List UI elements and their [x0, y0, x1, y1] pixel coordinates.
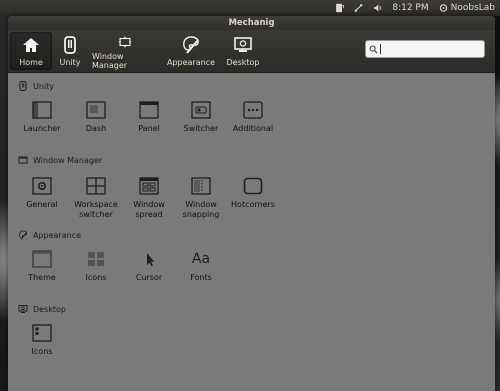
main-toolbar: Home Unity Window Manager Appearance Des… — [8, 30, 495, 73]
content-area: Unity Launcher Dash Panel Switcher Addit… — [8, 73, 495, 391]
search-icon — [366, 42, 380, 56]
user-menu[interactable]: NoobsLab — [434, 0, 500, 16]
item-icons[interactable]: Icons — [72, 250, 120, 283]
workspace-grid-icon — [86, 177, 106, 195]
unity-small-icon — [19, 81, 27, 91]
section-appearance: Appearance — [18, 230, 81, 240]
item-hotcorners-label: Hotcorners — [231, 200, 275, 209]
section-window-manager-title: Window Manager — [33, 155, 103, 165]
item-general-label: General — [26, 200, 58, 209]
general-gear-icon — [32, 177, 52, 195]
item-launcher-label: Launcher — [23, 124, 61, 133]
item-fonts[interactable]: Aa Fonts — [177, 250, 225, 283]
item-window-spread-label-1: Window — [133, 200, 165, 209]
window-title: Mechanig — [8, 16, 495, 30]
window-manager-icon — [118, 36, 132, 48]
tab-desktop-label: Desktop — [226, 58, 260, 67]
item-window-snapping[interactable]: Window snapping — [177, 177, 225, 220]
dash-icon — [86, 101, 106, 119]
desktop-small-icon — [18, 305, 28, 313]
network-icon — [354, 4, 363, 12]
palette-brush-icon — [183, 36, 199, 54]
item-workspace-switcher[interactable]: Workspace switcher — [72, 177, 120, 220]
volume-indicator[interactable] — [368, 0, 387, 16]
item-desktop-icons[interactable]: Icons — [18, 324, 66, 357]
search-input[interactable] — [381, 43, 481, 55]
section-unity-title: Unity — [33, 81, 55, 91]
tab-unity[interactable]: Unity — [52, 32, 88, 70]
item-window-spread[interactable]: Window spread — [125, 177, 173, 220]
switcher-icon — [191, 101, 211, 119]
window-snapping-icon — [191, 177, 211, 195]
item-theme[interactable]: Theme — [18, 250, 66, 283]
unity-icon — [64, 36, 76, 54]
panel-icon — [139, 101, 159, 119]
desktop-icon — [234, 37, 252, 52]
item-window-spread-label-2: spread — [135, 210, 163, 219]
tab-window-manager-label: Window Manager — [92, 52, 128, 70]
item-switcher-label: Switcher — [183, 124, 219, 133]
power-gear-icon — [439, 4, 447, 12]
launcher-icon — [32, 101, 52, 119]
tab-appearance[interactable]: Appearance — [162, 32, 220, 70]
top-panel: 8:12 PM NoobsLab — [0, 0, 500, 16]
section-desktop-title: Desktop — [33, 304, 66, 314]
home-icon — [23, 38, 39, 52]
section-unity: Unity — [18, 81, 54, 91]
item-workspace-switcher-label-2: switcher — [79, 210, 113, 219]
item-window-snapping-label-1: Window — [185, 200, 217, 209]
item-additional[interactable]: Additional — [229, 101, 277, 134]
item-panel-label: Panel — [138, 124, 160, 133]
tab-window-manager[interactable]: Window Manager — [88, 32, 162, 70]
item-workspace-switcher-label-1: Workspace — [74, 200, 118, 209]
appearance-small-icon — [18, 230, 27, 240]
item-icons-label: Icons — [85, 273, 107, 282]
window-spread-icon — [139, 177, 159, 195]
item-theme-label: Theme — [28, 273, 56, 282]
tab-home-label: Home — [19, 58, 43, 67]
notes-indicator[interactable] — [330, 0, 349, 16]
section-desktop: Desktop — [18, 304, 66, 314]
item-window-snapping-label-2: snapping — [182, 210, 220, 219]
section-window-manager: Window Manager — [18, 155, 102, 165]
user-name: NoobsLab — [450, 3, 495, 13]
hotcorners-icon — [243, 177, 263, 195]
item-switcher[interactable]: Switcher — [177, 101, 225, 134]
theme-icon — [32, 250, 52, 268]
network-indicator[interactable] — [349, 0, 368, 16]
item-cursor-label: Cursor — [135, 273, 163, 282]
item-additional-label: Additional — [232, 124, 274, 133]
search-box[interactable] — [365, 40, 485, 58]
notes-icon — [336, 3, 345, 13]
item-cursor[interactable]: Cursor — [125, 250, 173, 283]
tab-appearance-label: Appearance — [166, 58, 216, 67]
item-dash-label: Dash — [85, 124, 107, 133]
item-launcher[interactable]: Launcher — [18, 101, 66, 134]
tab-desktop[interactable]: Desktop — [220, 32, 266, 70]
item-panel[interactable]: Panel — [125, 101, 173, 134]
item-fonts-label: Fonts — [190, 273, 212, 282]
tab-unity-label: Unity — [59, 58, 81, 67]
more-dots-icon — [243, 101, 263, 119]
desktop-icons-icon — [32, 324, 52, 342]
fonts-glyph-icon: Aa — [191, 251, 211, 267]
item-desktop-icons-label: Icons — [31, 347, 53, 356]
item-general[interactable]: General — [18, 177, 66, 210]
tab-home[interactable]: Home — [10, 32, 52, 70]
icons-grid-icon — [88, 252, 104, 266]
section-appearance-title: Appearance — [33, 230, 82, 240]
cursor-arrow-icon — [147, 253, 154, 266]
mechanig-window: Mechanig Home Unity Window Manager Appea… — [8, 16, 495, 391]
item-dash[interactable]: Dash — [72, 101, 120, 134]
window-manager-small-icon — [18, 156, 28, 164]
item-hotcorners[interactable]: Hotcorners — [229, 177, 277, 210]
speaker-icon — [374, 4, 382, 12]
clock[interactable]: 8:12 PM — [387, 0, 433, 16]
